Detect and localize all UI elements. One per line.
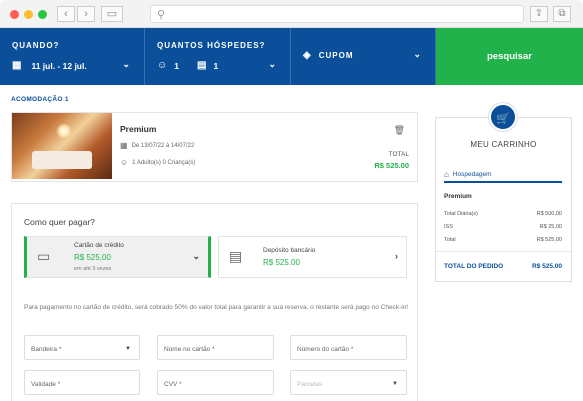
chevron-down-icon: ⌄ — [413, 49, 421, 59]
person-icon: ☺ — [120, 158, 129, 167]
share-icon[interactable]: ⇪ — [530, 6, 548, 22]
adults-count: 1 — [174, 60, 179, 71]
browser-window: ‹ › ▭ ⚲ ⇪ ⧉ QUANDO? ▦ 11 jul. - 12 jul. … — [0, 0, 583, 401]
adults-value: ☺ 1 — [157, 60, 179, 71]
tabs-icon[interactable]: ⧉ — [553, 6, 571, 22]
calendar-icon: ▦ — [120, 141, 128, 150]
section-title: ACOMODAÇÃO 1 — [11, 96, 69, 103]
children-value: ▤ 1 — [197, 60, 218, 71]
cart-row-label: ISS — [444, 224, 453, 230]
cvv-field[interactable]: CVV * — [157, 370, 274, 395]
coupon-selector[interactable]: ◈ CUPOM ⌄ — [291, 28, 436, 85]
dates-text: 11 jul. - 12 jul. — [31, 60, 87, 71]
hotel-icon: ⌂ — [444, 170, 449, 179]
order-total-value: R$ 525.00 — [532, 263, 562, 270]
payment-section: Como quer pagar? ▭ Cartão de crédito R$ … — [11, 203, 418, 401]
cart-row: Total Diária(s) R$ 500,00 — [444, 211, 562, 217]
room-guests-text: 1 Adulto(s) 0 Criança(s) — [132, 159, 196, 166]
bank-deposit-value: R$ 525.00 — [263, 258, 300, 267]
cart-row-value: R$ 525,00 — [536, 237, 562, 243]
browser-toolbar: ‹ › ▭ ⚲ ⇪ ⧉ — [0, 0, 583, 28]
dates-value: ▦ 11 jul. - 12 jul. — [12, 60, 87, 71]
address-bar[interactable]: ⚲ — [150, 5, 524, 23]
credit-card-label: Cartão de crédito — [74, 242, 124, 249]
forward-icon[interactable]: › — [77, 6, 95, 22]
installments-select[interactable]: Parcelas ▼ — [290, 370, 407, 395]
cart-row-value: R$ 25,00 — [539, 224, 562, 230]
credit-card-installments: em até 3 vezes — [74, 266, 112, 272]
children-count: 1 — [213, 60, 219, 71]
booking-search-bar: QUANDO? ▦ 11 jul. - 12 jul. ⌄ QUANTOS HÓ… — [0, 28, 583, 85]
sidebar-icon[interactable]: ▭ — [101, 6, 123, 22]
room-card: Premium ▦ De 13/07/22 à 14/07/22 ☺ 1 Adu… — [11, 112, 418, 182]
dates-selector[interactable]: QUANDO? ▦ 11 jul. - 12 jul. ⌄ — [0, 28, 145, 85]
minimize-window-icon[interactable] — [24, 10, 33, 19]
cart-row-label: Total — [444, 237, 456, 243]
payment-option-credit-card[interactable]: ▭ Cartão de crédito R$ 525,00 em até 3 v… — [24, 236, 211, 278]
credit-card-icon: ▭ — [37, 248, 51, 264]
caret-down-icon: ▼ — [125, 346, 131, 352]
expiry-placeholder: Validade * — [31, 381, 61, 388]
card-number-placeholder: Número do cartão * — [297, 346, 354, 353]
installments-placeholder: Parcelas — [297, 381, 323, 388]
divider — [436, 251, 571, 252]
luggage-icon: ▤ — [197, 60, 207, 71]
close-window-icon[interactable] — [10, 10, 19, 19]
chevron-down-icon: ⌄ — [268, 59, 276, 69]
maximize-window-icon[interactable] — [38, 10, 47, 19]
credit-card-value: R$ 525,00 — [74, 253, 111, 262]
shopping-cart-icon: 🛒 — [489, 103, 517, 131]
cvv-placeholder: CVV * — [164, 381, 182, 388]
guests-label: QUANTOS HÓSPEDES? — [157, 41, 266, 50]
cart-row-label: Total Diária(s) — [444, 211, 478, 217]
back-icon[interactable]: ‹ — [57, 6, 75, 22]
payment-option-bank-deposit[interactable]: ▤ Depósito bancário R$ 525.00 › — [218, 236, 407, 278]
card-name-field[interactable]: Nome no cartão * — [157, 335, 274, 360]
cart-row-value: R$ 500,00 — [536, 211, 562, 217]
bank-deposit-label: Depósito bancário — [263, 247, 316, 254]
chevron-down-icon: ⌄ — [122, 59, 130, 69]
cart-panel: MEU CARRINHO ⌂ Hospedagem Premium Total … — [435, 117, 572, 282]
coupon-label: CUPOM — [318, 51, 354, 60]
order-total-label: TOTAL DO PEDIDO — [444, 263, 504, 270]
card-name-placeholder: Nome no cartão * — [164, 346, 215, 353]
expiry-field[interactable]: Validade * — [24, 370, 140, 395]
room-total-label: TOTAL — [388, 151, 409, 158]
chevron-down-icon: ⌄ — [192, 251, 200, 261]
payment-note: Para pagamento no cartão de crédito, ser… — [24, 304, 409, 311]
payment-question: Como quer pagar? — [24, 217, 95, 227]
invoice-icon: ▤ — [229, 248, 243, 264]
search-icon: ⚲ — [157, 9, 166, 21]
room-dates-text: De 13/07/22 à 14/07/22 — [131, 142, 195, 149]
trash-icon[interactable]: 🗑 — [394, 125, 405, 136]
tag-icon: ◈ — [303, 50, 311, 61]
room-name: Premium — [120, 124, 157, 134]
cart-title: MEU CARRINHO — [470, 140, 537, 149]
room-photo — [12, 113, 112, 179]
person-icon: ☺ — [157, 60, 168, 71]
caret-down-icon: ▼ — [392, 381, 398, 387]
card-brand-placeholder: Bandeira * — [31, 346, 62, 353]
cart-tab-label: Hospedagem — [452, 171, 492, 178]
when-label: QUANDO? — [12, 41, 60, 50]
guests-selector[interactable]: QUANTOS HÓSPEDES? ☺ 1 ▤ 1 ⌄ — [145, 28, 291, 85]
room-total-value: R$ 525.00 — [374, 161, 409, 170]
chevron-right-icon: › — [395, 251, 398, 261]
cart-item-name: Premium — [444, 193, 472, 200]
card-number-field[interactable]: Número do cartão * — [290, 335, 407, 360]
calendar-icon: ▦ — [12, 60, 22, 71]
room-guests: ☺ 1 Adulto(s) 0 Criança(s) — [120, 158, 195, 167]
coupon-value: ◈ CUPOM — [303, 50, 353, 61]
cart-tab-hospedagem[interactable]: ⌂ Hospedagem — [444, 168, 562, 183]
cart-row: ISS R$ 25,00 — [444, 224, 562, 230]
cart-row: Total R$ 525,00 — [444, 237, 562, 243]
room-dates: ▦ De 13/07/22 à 14/07/22 — [120, 141, 194, 150]
order-total: TOTAL DO PEDIDO R$ 525.00 — [444, 263, 562, 270]
card-brand-select[interactable]: Bandeira * ▼ — [24, 335, 140, 360]
search-button[interactable]: pesquisar — [436, 28, 583, 85]
